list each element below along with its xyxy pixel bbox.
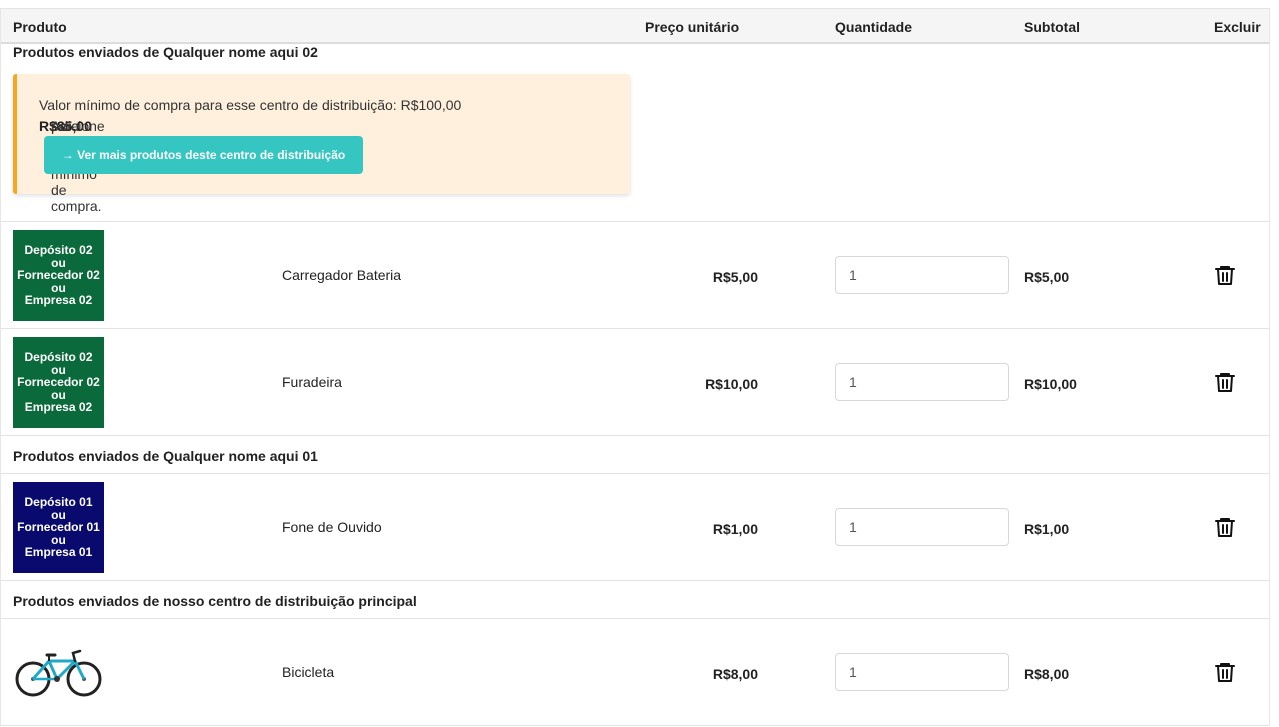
table-row: Depósito 02 ou Fornecedor 02 ou Empresa …	[1, 329, 1269, 436]
header-preco: Preço unitário	[645, 19, 740, 35]
row-subtotal: R$1,00	[1024, 521, 1070, 537]
unit-price: R$5,00	[712, 269, 758, 285]
header-produto: Produto	[13, 19, 67, 35]
product-name[interactable]: Bicicleta	[282, 664, 334, 680]
product-name[interactable]: Fone de Ouvido	[282, 519, 382, 535]
row-subtotal: R$5,00	[1024, 269, 1070, 285]
product-name[interactable]: Furadeira	[282, 374, 342, 390]
alert-minimum-value: Valor mínimo de compra para esse centro …	[39, 97, 462, 113]
trash-icon[interactable]	[1213, 660, 1237, 684]
table-row: Depósito 01 ou Fornecedor 01 ou Empresa …	[1, 474, 1269, 581]
product-name[interactable]: Carregador Bateria	[282, 267, 401, 283]
trash-icon[interactable]	[1213, 263, 1237, 287]
header-subtotal: Subtotal	[1024, 19, 1080, 35]
group-title: Produtos enviados de Qualquer nome aqui …	[13, 44, 318, 60]
quantity-input[interactable]	[835, 256, 1009, 294]
table-row: Bicicleta R$8,00 R$8,00	[1, 619, 1269, 726]
group-header-01: Produtos enviados de Qualquer nome aqui …	[1, 436, 1269, 474]
quantity-input[interactable]	[835, 653, 1009, 691]
row-subtotal: R$10,00	[1024, 376, 1077, 392]
trash-icon[interactable]	[1213, 370, 1237, 394]
header-excluir: Excluir	[1214, 19, 1261, 35]
cart-table: Produto Preço unitário Quantidade Subtot…	[0, 8, 1270, 726]
group-header-02: Produtos enviados de Qualquer nome aqui …	[1, 44, 1269, 222]
bicycle-icon	[15, 649, 102, 696]
trash-icon[interactable]	[1213, 515, 1237, 539]
unit-price: R$8,00	[712, 666, 758, 682]
unit-price: R$1,00	[712, 521, 758, 537]
row-subtotal: R$8,00	[1024, 666, 1070, 682]
minimum-order-alert: Valor mínimo de compra para esse centro …	[13, 74, 630, 214]
bicycle-image[interactable]	[13, 627, 104, 718]
see-more-products-button[interactable]: → Ver mais produtos deste centro de dist…	[44, 136, 363, 174]
product-thumbnail[interactable]: Depósito 02 ou Fornecedor 02 ou Empresa …	[13, 337, 104, 428]
quantity-input[interactable]	[835, 508, 1009, 546]
product-thumbnail[interactable]: Depósito 01 ou Fornecedor 01 ou Empresa …	[13, 482, 104, 573]
group-title: Produtos enviados de Qualquer nome aqui …	[13, 448, 318, 464]
alert-missing-value: Adicione mais R$85,00 para atingir o val…	[39, 118, 105, 214]
table-header: Produto Preço unitário Quantidade Subtot…	[1, 8, 1269, 44]
unit-price: R$10,00	[705, 376, 758, 392]
table-row: Depósito 02 ou Fornecedor 02 ou Empresa …	[1, 222, 1269, 329]
product-thumbnail[interactable]: Depósito 02 ou Fornecedor 02 ou Empresa …	[13, 230, 104, 321]
header-quantidade: Quantidade	[835, 19, 913, 35]
quantity-input[interactable]	[835, 363, 1009, 401]
group-title: Produtos enviados de nosso centro de dis…	[13, 593, 417, 609]
group-header-main: Produtos enviados de nosso centro de dis…	[1, 581, 1269, 619]
